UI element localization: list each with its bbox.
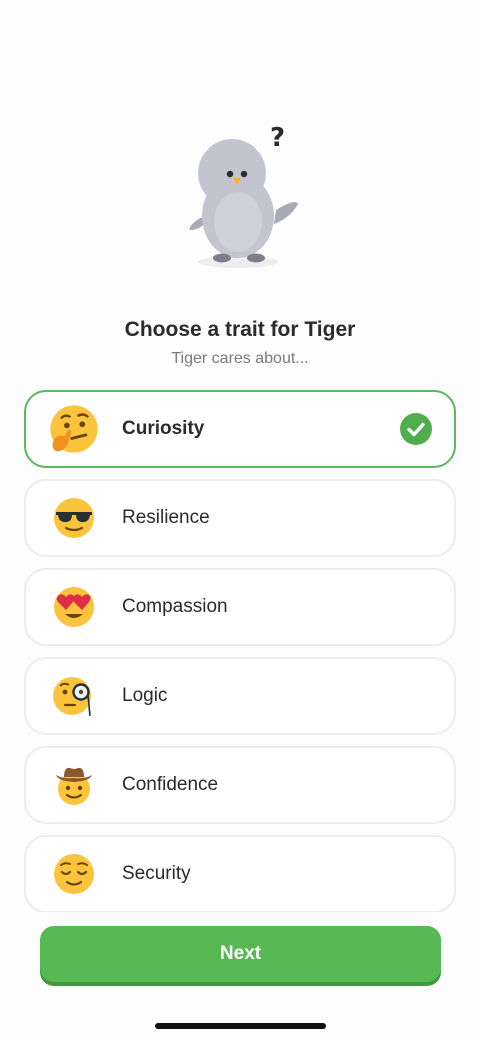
trait-option-compassion[interactable]: Compassion xyxy=(24,568,456,646)
trait-label-confidence: Confidence xyxy=(122,774,219,795)
home-indicator xyxy=(155,1023,326,1029)
svg-text:?: ? xyxy=(270,123,285,153)
trait-label-resilience: Resilience xyxy=(122,507,210,528)
heart-eyes-face-icon xyxy=(54,587,94,627)
penguin-question-icon: ? xyxy=(189,123,298,268)
trait-label-compassion: Compassion xyxy=(122,596,228,617)
trait-label-curiosity: Curiosity xyxy=(122,418,205,439)
relieved-face-icon xyxy=(54,854,94,894)
trait-selection-screen: ? Choose a trait for Tiger Tiger cares a… xyxy=(0,0,480,1040)
trait-option-resilience[interactable]: Resilience xyxy=(24,479,456,557)
page-title: Choose a trait for Tiger xyxy=(124,318,356,341)
check-icon xyxy=(400,413,432,445)
trait-options-list: Curiosity Resilience Compassion Logic Co… xyxy=(24,390,456,912)
monocle-face-icon xyxy=(53,677,91,717)
trait-option-confidence[interactable]: Confidence xyxy=(24,746,456,824)
trait-option-logic[interactable]: Logic xyxy=(24,657,456,735)
thinking-face-icon xyxy=(50,405,98,453)
trait-label-security: Security xyxy=(122,863,191,884)
trait-option-curiosity[interactable]: Curiosity xyxy=(24,390,456,468)
page-subtitle: Tiger cares about... xyxy=(171,350,309,367)
trait-label-logic: Logic xyxy=(122,685,168,706)
sunglasses-face-icon xyxy=(54,498,94,538)
trait-option-security[interactable]: Security xyxy=(24,835,456,912)
cowboy-face-icon xyxy=(56,767,92,805)
next-button[interactable]: Next xyxy=(40,926,441,982)
